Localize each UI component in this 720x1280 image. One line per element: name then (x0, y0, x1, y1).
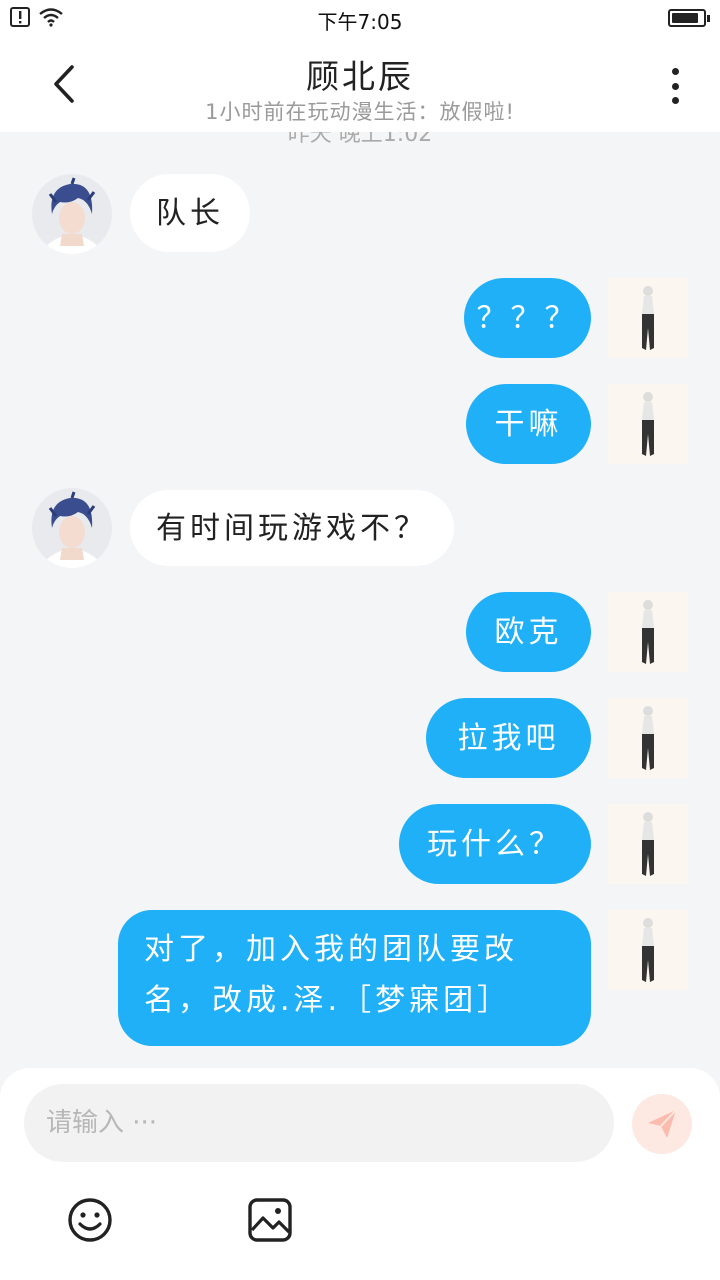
message-timestamp: 昨天 晚上1:02 (287, 132, 433, 147)
message-composer (0, 1068, 720, 1280)
message-text: 玩什么？ (427, 826, 563, 862)
user-avatar[interactable] (608, 804, 688, 884)
send-button[interactable] (632, 1094, 692, 1154)
message-text: 有时间玩游戏不？ (156, 510, 428, 546)
status-bar: 下午7:05 (0, 0, 720, 36)
message-bubble-outgoing[interactable]: 玩什么？ (399, 804, 591, 884)
message-bubble-outgoing[interactable]: 欧克 (466, 592, 591, 672)
contact-avatar[interactable] (32, 174, 112, 254)
message-bubble-outgoing[interactable]: 拉我吧 (426, 698, 591, 778)
message-input[interactable] (24, 1084, 614, 1162)
user-avatar[interactable] (608, 910, 688, 990)
status-time: 下午7:05 (317, 10, 403, 34)
message-list[interactable]: 昨天 晚上1:02 队长 ？？？ 干嘛 有时间玩游戏不？ 欧克 拉我吧 玩什么？… (0, 132, 720, 1068)
battery-icon (668, 9, 710, 27)
message-bubble-outgoing[interactable]: 干嘛 (466, 384, 591, 464)
message-bubble-outgoing[interactable]: ？？？ (464, 278, 591, 358)
contact-name: 顾北辰 (306, 57, 414, 96)
user-avatar[interactable] (608, 278, 688, 358)
battery-level (672, 13, 698, 23)
image-icon (248, 1198, 292, 1242)
contact-avatar[interactable] (32, 488, 112, 568)
user-avatar[interactable] (608, 384, 688, 464)
more-options-button[interactable] (660, 66, 690, 106)
message-text: 欧克 (494, 614, 563, 650)
message-text: ？？？ (476, 300, 579, 336)
user-avatar[interactable] (608, 592, 688, 672)
user-avatar[interactable] (608, 698, 688, 778)
chat-header: 顾北辰 1小时前在玩动漫生活：放假啦! (0, 36, 720, 132)
message-text: 拉我吧 (457, 720, 560, 756)
image-button[interactable] (246, 1196, 294, 1244)
message-bubble-incoming[interactable]: 有时间玩游戏不？ (130, 490, 454, 566)
message-text: 对了，加入我的团队要改名，改成.泽.［梦寐团］ (144, 932, 518, 1018)
message-text: 队长 (156, 195, 224, 231)
message-bubble-incoming[interactable]: 队长 (130, 174, 250, 252)
message-bubble-outgoing[interactable]: 对了，加入我的团队要改名，改成.泽.［梦寐团］ (118, 910, 591, 1046)
emoji-button[interactable] (66, 1196, 114, 1244)
more-vertical-icon (671, 68, 679, 75)
send-icon (648, 1109, 677, 1138)
message-text: 干嘛 (494, 406, 563, 442)
emoji-icon (68, 1198, 112, 1242)
contact-status: 1小时前在玩动漫生活：放假啦! (205, 100, 515, 124)
